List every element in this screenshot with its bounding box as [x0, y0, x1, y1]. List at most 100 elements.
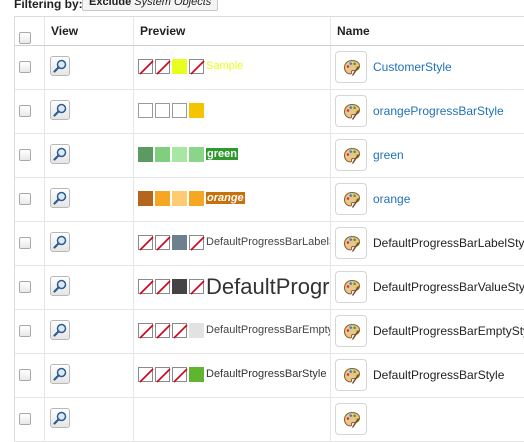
no-color-slash-icon [156, 59, 171, 75]
table-row[interactable] [15, 398, 524, 442]
preview-sample-text: DefaultProgressBarLabelStyle [206, 236, 330, 248]
row-name-cell: DefaultProgressBarEmptyStyle [331, 310, 524, 353]
row-checkbox[interactable] [19, 369, 31, 381]
row-select-cell [15, 134, 45, 177]
view-button[interactable] [50, 276, 70, 296]
row-checkbox[interactable] [19, 281, 31, 293]
row-select-cell [15, 222, 45, 265]
style-name: DefaultProgressBarStyle [373, 368, 505, 382]
table-row[interactable]: orange orange [15, 178, 524, 222]
color-swatch [189, 146, 204, 162]
color-swatch [189, 190, 204, 206]
row-checkbox[interactable] [19, 105, 31, 117]
no-color-swatch [172, 366, 188, 383]
row-preview-cell: DefaultProgressBarStyle [134, 354, 331, 397]
edit-style-button[interactable] [335, 227, 367, 259]
style-name-link[interactable]: CustomerStyle [373, 60, 452, 74]
no-color-slash-icon [139, 235, 154, 251]
edit-style-button[interactable] [335, 315, 367, 347]
table-row[interactable]: green green [15, 134, 524, 178]
row-view-cell [45, 178, 134, 221]
row-view-cell [45, 90, 134, 133]
select-all-checkbox[interactable] [19, 32, 31, 44]
no-color-swatch [155, 278, 171, 295]
edit-style-button[interactable] [335, 95, 367, 127]
edit-style-button[interactable] [335, 403, 367, 435]
color-swatch [155, 146, 170, 162]
row-name-cell [331, 398, 524, 441]
header-name-cell[interactable]: Name [331, 17, 524, 45]
filter-exclude-button[interactable]: Exclude System Objects [82, 0, 219, 11]
no-color-slash-icon [156, 279, 171, 295]
style-preview: DefaultProgressBarStyle [138, 366, 327, 383]
color-swatch [172, 102, 187, 118]
style-preview: green [138, 146, 238, 162]
row-checkbox[interactable] [19, 237, 31, 249]
no-color-swatch [189, 278, 205, 295]
header-preview-cell[interactable]: Preview [134, 17, 331, 45]
color-swatch [189, 366, 204, 382]
style-name-link[interactable]: orangeProgressBarStyle [373, 104, 504, 118]
table-row[interactable]: DefaultProgressBarValueStyle DefaultProgr… [15, 266, 524, 310]
no-color-swatch [155, 234, 171, 251]
edit-style-button[interactable] [335, 51, 367, 83]
no-color-slash-icon [139, 323, 154, 339]
color-swatch [189, 322, 204, 338]
edit-style-button[interactable] [335, 183, 367, 215]
row-view-cell [45, 310, 134, 353]
style-name-link[interactable]: green [373, 148, 404, 162]
row-view-cell [45, 46, 134, 89]
style-name: DefaultProgressBarEmptyStyle [373, 324, 524, 338]
color-swatch [172, 278, 187, 294]
view-button[interactable] [50, 364, 70, 384]
row-preview-cell: DefaultProgressBarLabelStyle [134, 222, 331, 265]
row-view-cell [45, 222, 134, 265]
no-color-swatch [172, 322, 188, 339]
view-button[interactable] [50, 320, 70, 340]
no-color-slash-icon [156, 323, 171, 339]
preview-sample-text: DefaultProgressBarValueStyle [206, 274, 330, 299]
style-name-link[interactable]: orange [373, 192, 410, 206]
header-select-cell [15, 17, 45, 45]
edit-style-button[interactable] [335, 359, 367, 391]
edit-style-button[interactable] [335, 271, 367, 303]
row-name-cell: orangeProgressBarStyle [331, 90, 524, 133]
row-checkbox[interactable] [19, 413, 31, 425]
row-select-cell [15, 178, 45, 221]
view-button[interactable] [50, 408, 70, 428]
no-color-swatch [138, 58, 154, 75]
row-name-cell: DefaultProgressBarLabelStyle [331, 222, 524, 265]
row-checkbox[interactable] [19, 61, 31, 73]
preview-sample-text: DefaultProgressBarStyle [206, 368, 327, 380]
table-row[interactable]: Sample CustomerStyle [15, 46, 524, 90]
no-color-swatch [138, 322, 154, 339]
grid-header: View Preview Name [15, 16, 524, 46]
row-preview-cell: DefaultProgressBarValueStyle [134, 266, 331, 309]
view-button[interactable] [50, 144, 70, 164]
row-preview-cell [134, 90, 331, 133]
color-swatch [172, 58, 187, 74]
view-button[interactable] [50, 56, 70, 76]
style-preview [138, 102, 206, 118]
table-row[interactable]: DefaultProgressBarLabelStyle DefaultProgr… [15, 222, 524, 266]
color-swatch [138, 146, 153, 162]
table-row[interactable]: DefaultProgressBarStyle DefaultProgressBa… [15, 354, 524, 398]
table-row[interactable]: orangeProgressBarStyle [15, 90, 524, 134]
filter-label: Filtering by: [14, 0, 83, 11]
table-row[interactable]: DefaultProgressBarEmptyStyle DefaultProgr… [15, 310, 524, 354]
view-button[interactable] [50, 232, 70, 252]
column-header-name: Name [337, 24, 370, 38]
view-button[interactable] [50, 188, 70, 208]
no-color-swatch [155, 322, 171, 339]
row-checkbox[interactable] [19, 325, 31, 337]
row-checkbox[interactable] [19, 193, 31, 205]
style-preview: DefaultProgressBarEmptyStyle [138, 322, 330, 339]
row-name-cell: CustomerStyle [331, 46, 524, 89]
header-view-cell[interactable]: View [45, 17, 134, 45]
row-checkbox[interactable] [19, 149, 31, 161]
edit-style-button[interactable] [335, 139, 367, 171]
row-name-cell: green [331, 134, 524, 177]
row-select-cell [15, 398, 45, 441]
style-name: DefaultProgressBarLabelStyle [373, 236, 524, 250]
view-button[interactable] [50, 100, 70, 120]
